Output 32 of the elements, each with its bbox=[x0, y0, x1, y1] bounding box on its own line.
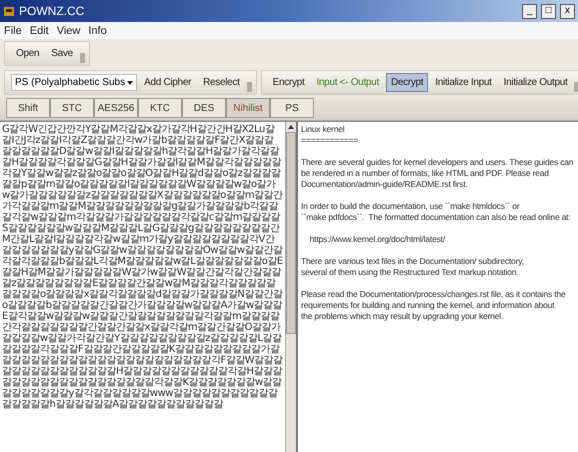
cipher-tab[interactable]: STC bbox=[50, 98, 94, 118]
toolbar-button[interactable]: Open bbox=[11, 44, 44, 63]
toolbar-button[interactable]: Decrypt bbox=[386, 73, 428, 92]
menu-item[interactable]: File bbox=[4, 24, 22, 36]
output-text-area[interactable]: Linux kernel ============ There are several guides for kernel developers and users. These guides can be rendered in a number of formats, like HTML and PDF. Please read Documentation/admin-guide/README.rst first. In order to build the documentation, use ``make htmldocs`` or ``make pdfdocs``. The formatted documentation can also be read online at: https://www.kernel.org/doc/html/latest/ There are various text files in the Documentation/ subdirectory, several of them using the Restructured Text markup notation. Please read the Documentation/process/changes.rst file, as it contains the requirements for building and running the kernel, and information about the problems which may result by upgrading your kernel. bbox=[296, 122, 578, 452]
toolbar-button[interactable]: Save bbox=[46, 44, 78, 63]
menu-item[interactable]: Info bbox=[88, 24, 107, 36]
window-control-button[interactable]: □ bbox=[541, 4, 556, 18]
window-control-button[interactable]: x bbox=[560, 4, 575, 18]
cipher-tab[interactable]: KTC bbox=[138, 98, 182, 118]
toolbar-button[interactable]: Reselect bbox=[198, 73, 245, 92]
cipher-dropdown[interactable]: PS (Polyalphabetic Subs bbox=[11, 74, 138, 91]
menu-item[interactable]: View bbox=[56, 24, 80, 36]
toolbar-button[interactable]: Initialize Input bbox=[430, 73, 497, 92]
window-control-button[interactable]: _ bbox=[522, 4, 537, 18]
app-icon bbox=[3, 5, 15, 17]
cipher-tab[interactable]: Shift bbox=[6, 98, 50, 118]
cipher-tab[interactable]: AES256 bbox=[94, 98, 138, 118]
cipher-tab[interactable]: Nihilist bbox=[226, 98, 270, 118]
toolbar-button[interactable]: Add Cipher bbox=[139, 73, 196, 92]
toolbar-button[interactable]: Input <- Output bbox=[311, 73, 384, 92]
cipher-tab[interactable]: DES bbox=[182, 98, 226, 118]
menu-item[interactable]: Edit bbox=[30, 24, 49, 36]
scrollbar[interactable] bbox=[285, 122, 296, 452]
caret-icon bbox=[127, 80, 134, 84]
cipher-tab[interactable]: PS bbox=[270, 98, 314, 118]
toolbar-button[interactable]: Encrypt bbox=[268, 73, 310, 92]
grip-icon bbox=[80, 53, 85, 63]
grip-icon bbox=[246, 82, 252, 92]
window-title: POWNZ.CC bbox=[19, 4, 86, 18]
grip-icon bbox=[574, 82, 578, 92]
toolbar-button[interactable]: Initialize Output bbox=[498, 73, 572, 92]
